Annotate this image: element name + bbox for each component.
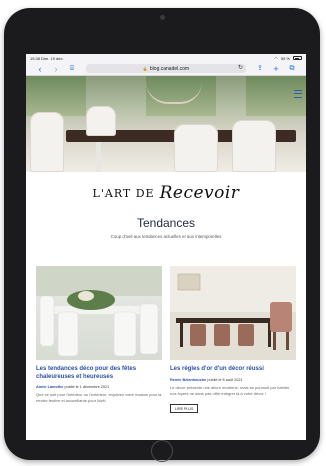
address-bar[interactable]: 🔒 blog.canadel.com ↻ xyxy=(86,64,246,73)
article-excerpt: Que ce soit pour l'intérieur ou l'extéri… xyxy=(36,392,162,403)
hero-table-leg xyxy=(96,142,101,172)
lock-icon: 🔒 xyxy=(142,66,148,71)
article-image[interactable] xyxy=(170,266,296,360)
battery-percent: 59 % xyxy=(280,55,290,61)
article-title[interactable]: Les règles d'or d'un décor réussi xyxy=(170,366,296,374)
article-card[interactable]: Les tendances déco pour des fêtes chaleu… xyxy=(36,266,162,415)
forward-icon[interactable]: › xyxy=(48,62,64,76)
article-meta: Annie Lamothe publié le 1 décembre 2021 xyxy=(36,385,162,389)
article-date: publié le 1 décembre 2021 xyxy=(64,385,110,389)
camera-icon xyxy=(160,15,165,20)
hero-chair xyxy=(30,112,64,172)
article-title[interactable]: Les tendances déco pour des fêtes chaleu… xyxy=(36,366,162,381)
section-subtitle: Coup d'oeil aux tendances actuelles et a… xyxy=(110,234,222,239)
reload-icon[interactable]: ↻ xyxy=(238,64,243,73)
article-card[interactable]: Les règles d'or d'un décor réussi Renée … xyxy=(170,266,296,415)
hero-window-left xyxy=(26,76,86,116)
wifi-icon: ◠ xyxy=(274,55,278,61)
article-image[interactable] xyxy=(36,266,162,360)
back-icon[interactable]: ‹ xyxy=(32,62,48,76)
bookmarks-icon[interactable]: ⌸ xyxy=(64,62,80,76)
article-image-drawing xyxy=(170,266,296,360)
status-right: ◠ 59 % xyxy=(274,56,302,61)
hero-chair xyxy=(86,106,116,136)
hero-image xyxy=(26,76,306,172)
battery-icon xyxy=(293,56,302,60)
share-icon[interactable]: ⇪ xyxy=(252,62,268,76)
article-list: Les tendances déco pour des fêtes chaleu… xyxy=(36,266,296,415)
tablet-screen: 15:38 Dim. 19 déc. ◠ 59 % ‹ › ⌸ 🔒 blog.c… xyxy=(26,54,306,440)
tablet-frame: 15:38 Dim. 19 déc. ◠ 59 % ‹ › ⌸ 🔒 blog.c… xyxy=(4,8,320,462)
section-title: Tendances xyxy=(136,216,196,230)
browser-toolbar: ‹ › ⌸ 🔒 blog.canadel.com ↻ ⇪ + ⧉ xyxy=(26,62,306,76)
article-author[interactable]: Renée Bélanhouche xyxy=(170,378,206,382)
article-date: publié le 8 août 2021 xyxy=(207,377,243,382)
menu-icon[interactable] xyxy=(294,90,302,98)
new-tab-icon[interactable]: + xyxy=(268,62,284,76)
site-logo[interactable]: L'ART DE Recevoir xyxy=(26,172,306,214)
article-author[interactable]: Annie Lamothe xyxy=(36,385,63,389)
read-more-button[interactable]: LIRE PLUS xyxy=(170,404,199,413)
logo-text-caps: L'ART DE xyxy=(92,186,155,200)
article-excerpt: Le décor présente une allure moderne, ma… xyxy=(170,384,290,396)
hero-chair xyxy=(174,124,218,172)
home-button[interactable] xyxy=(151,440,173,462)
status-left: 15:38 Dim. 19 déc. xyxy=(30,56,64,61)
article-image-drawing xyxy=(36,266,162,357)
url-text: blog.canadel.com xyxy=(149,65,190,72)
status-date: Dim. 19 déc. xyxy=(41,55,64,61)
status-time: 15:38 xyxy=(30,55,41,61)
article-meta: Renée Bélanhouche publié le 8 août 2021 xyxy=(170,378,296,382)
hero-chair xyxy=(232,120,276,172)
logo-text-script: Recevoir xyxy=(159,183,240,203)
tabs-icon[interactable]: ⧉ xyxy=(284,62,300,76)
